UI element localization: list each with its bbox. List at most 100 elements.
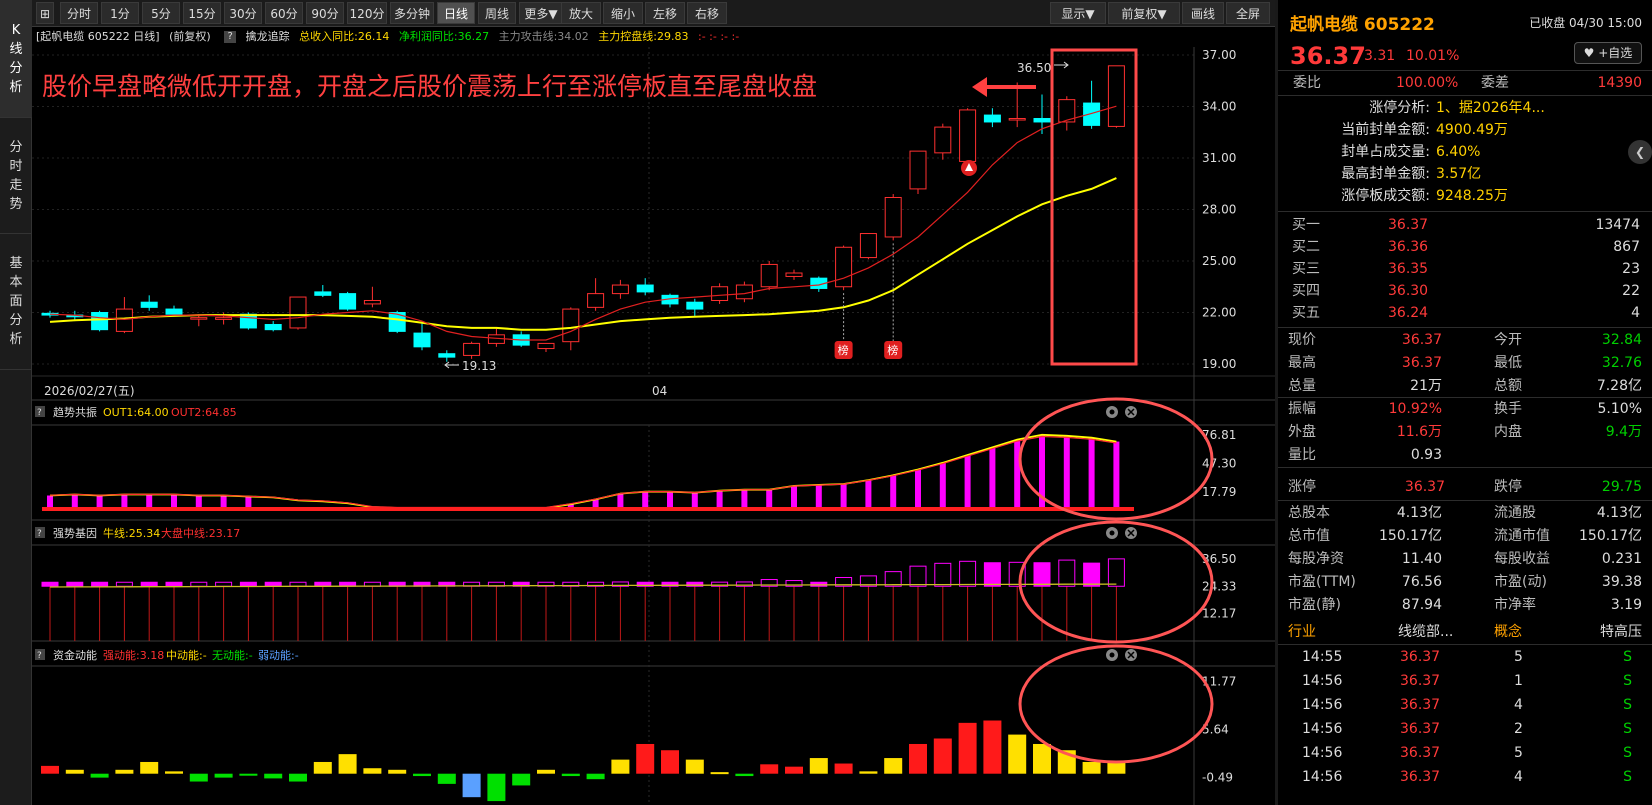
candle-body — [115, 308, 133, 332]
strength-bar — [1107, 558, 1125, 587]
fund-settings-icon[interactable] — [1106, 649, 1118, 661]
strength-settings-icon[interactable] — [1106, 527, 1118, 539]
strength-title: 强势基因 — [53, 527, 97, 540]
fund-y-tick: -0.49 — [1202, 771, 1233, 785]
stat-value: 11.6万 — [1396, 424, 1442, 440]
strength-y-tick: 12.17 — [1202, 607, 1236, 621]
trend-bar — [642, 491, 649, 509]
stat-label: 每股收益 — [1494, 551, 1550, 567]
period-button-4[interactable]: 30分 — [224, 2, 262, 24]
limit-analysis-label: 涨停板成交额: — [1341, 188, 1430, 204]
trend-bar — [47, 495, 53, 509]
stat-label: 最低 — [1494, 355, 1522, 371]
annotation-text: 股价早盘略微低开开盘，开盘之后股价震荡上行至涨停板直至尾盘收盘 — [42, 72, 817, 101]
period-button-9[interactable]: 日线 — [437, 2, 475, 24]
tick-time: 14:55 — [1302, 649, 1343, 665]
fund-bar — [512, 773, 531, 786]
limit-up-flag-icon[interactable] — [961, 160, 977, 176]
period-button-1[interactable]: 1分 — [101, 2, 139, 24]
stat-value: 36.37 — [1401, 332, 1442, 348]
collapse-panel-chevron-icon[interactable]: ❮ — [1628, 140, 1652, 164]
zoom-out-button[interactable]: 缩小 — [603, 2, 643, 24]
tab-fundamental-analysis[interactable]: 基本面分析 — [0, 234, 32, 370]
main-y-tick: 31.00 — [1202, 151, 1236, 165]
kline-chart-area[interactable]: 37.00 34.00 31.00 28.00 25.00 22.00 19.00 2026… — [32, 47, 1275, 805]
tick-direction: S — [1623, 697, 1632, 713]
candle-body — [239, 313, 257, 329]
candle-body — [339, 293, 357, 310]
help-icon[interactable]: ? — [224, 31, 237, 43]
tick-price: 36.37 — [1400, 769, 1441, 785]
fund-bar — [115, 769, 134, 774]
period-button-0[interactable]: 分时 — [60, 2, 98, 24]
candlestick — [884, 194, 902, 241]
concept-value[interactable]: 特高压 — [1600, 621, 1642, 643]
bid-price: 36.35 — [1388, 261, 1429, 277]
candle-body — [884, 196, 902, 238]
candle-body — [413, 332, 431, 348]
fullscreen-button[interactable]: 全屏 — [1226, 2, 1270, 24]
fund-bar — [363, 768, 382, 774]
stat-value: 10.92% — [1388, 401, 1442, 417]
stat-row: 市盈(静) 87.94 市净率 3.19 — [1278, 594, 1652, 616]
weibi-row: 委比 100.00% 委差 14390 — [1278, 72, 1652, 94]
strength-bar — [115, 581, 133, 587]
fullscreen-toggle-icon[interactable]: ⊞ — [36, 2, 54, 24]
period-button-10[interactable]: 周线 — [478, 2, 516, 24]
pan-left-button[interactable]: 左移 — [645, 2, 685, 24]
trend-bar — [1063, 435, 1070, 509]
fund-help-icon[interactable]: ? — [37, 651, 42, 661]
trend-out2: OUT2:64.85 — [171, 406, 237, 419]
candle-body — [1083, 102, 1101, 126]
stat-row: 振幅 10.92% 换手 5.10% — [1278, 398, 1652, 420]
display-dropdown[interactable]: 显示▼ — [1050, 2, 1106, 24]
strength-close-icon[interactable] — [1125, 527, 1137, 539]
tab-kline-analysis[interactable]: K线分析 — [0, 0, 32, 118]
candle-body — [215, 317, 233, 320]
trend-close-icon[interactable] — [1125, 406, 1137, 418]
period-button-8[interactable]: 多分钟 — [390, 2, 434, 24]
period-button-3[interactable]: 15分 — [183, 2, 221, 24]
pan-right-button[interactable]: 右移 — [687, 2, 727, 24]
industry-label[interactable]: 行业 — [1288, 621, 1316, 643]
candle-body — [264, 324, 282, 331]
tick-direction: S — [1623, 721, 1632, 737]
tick-time: 14:56 — [1302, 697, 1343, 713]
period-button-7[interactable]: 120分 — [347, 2, 387, 24]
stat-label: 总量 — [1288, 378, 1316, 394]
tab-intraday-trend[interactable]: 分时走势 — [0, 118, 32, 234]
tick-time: 14:56 — [1302, 745, 1343, 761]
badge-label: 榜 — [887, 343, 898, 357]
main-y-tick: 25.00 — [1202, 254, 1236, 268]
trend-settings-icon[interactable] — [1106, 406, 1118, 418]
trend-help-icon[interactable]: ? — [37, 408, 42, 418]
add-watchlist-button[interactable]: ♥ +自选 — [1574, 42, 1642, 64]
period-button-11[interactable]: 更多▼ — [519, 2, 563, 24]
strength-help-icon[interactable]: ? — [37, 529, 42, 539]
candle-body — [1107, 65, 1125, 127]
tick-row: 14:55 36.37 5 S — [1278, 646, 1652, 668]
strength-bar — [91, 581, 109, 587]
period-button-2[interactable]: 5分 — [142, 2, 180, 24]
period-button-6[interactable]: 90分 — [306, 2, 344, 24]
stat-label: 流通市值 — [1494, 528, 1550, 544]
adjust-dropdown[interactable]: 前复权▼ — [1108, 2, 1180, 24]
candle-body — [934, 126, 952, 154]
period-button-5[interactable]: 60分 — [265, 2, 303, 24]
industry-value[interactable]: 线缆部... — [1398, 621, 1453, 643]
badge-label: 榜 — [838, 343, 849, 357]
zoom-in-button[interactable]: 放大 — [561, 2, 601, 24]
candle-body — [190, 317, 208, 320]
bid-price: 36.37 — [1388, 217, 1429, 233]
trend-bar — [791, 485, 797, 509]
fund-close-icon[interactable] — [1125, 649, 1137, 661]
fund-strong: 强动能:3.18 — [103, 648, 164, 662]
concept-label[interactable]: 概念 — [1494, 621, 1522, 643]
low-price-label: 19.13 — [462, 359, 496, 373]
strength-bar — [41, 581, 59, 587]
main-y-tick: 28.00 — [1202, 203, 1236, 217]
draw-line-button[interactable]: 画线 — [1182, 2, 1224, 24]
candle-body — [537, 342, 555, 350]
fund-bar — [239, 773, 258, 776]
stat-label: 今开 — [1494, 332, 1522, 348]
